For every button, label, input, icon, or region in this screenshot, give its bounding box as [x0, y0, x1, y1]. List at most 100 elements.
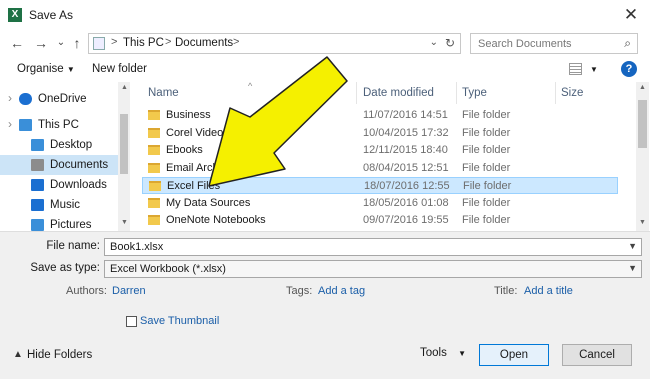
column-divider[interactable]: [456, 82, 457, 104]
sidebar-item-music[interactable]: Music: [0, 195, 118, 215]
change-view-icon[interactable]: [569, 63, 582, 75]
file-name-field[interactable]: Book1.xlsx ▼: [104, 238, 642, 256]
column-header-size[interactable]: Size: [561, 82, 583, 104]
forward-button[interactable]: →: [32, 34, 50, 52]
refresh-icon[interactable]: ↻: [445, 36, 455, 50]
back-button[interactable]: ←: [8, 34, 26, 52]
organise-label: Organise: [17, 63, 64, 75]
type-cell: File folder: [462, 161, 511, 174]
file-row[interactable]: Excel Files 18/07/2016 12:55 File folder: [142, 177, 618, 194]
authors-label: Authors:: [66, 285, 107, 297]
address-bar[interactable]: > This PC > Documents > ⌄ ↻: [88, 33, 461, 54]
sidebar-item-label: Desktop: [50, 139, 93, 151]
sidebar-item-label: Downloads: [50, 179, 107, 191]
file-list-scroll-thumb[interactable]: [638, 100, 647, 148]
documents-icon: [31, 159, 44, 171]
chevron-up-icon[interactable]: ▲: [13, 349, 23, 360]
search-box[interactable]: Search Documents ⌕: [470, 33, 638, 54]
expand-chevron-icon[interactable]: ›: [8, 91, 12, 105]
sidebar-item-label: Music: [50, 199, 81, 211]
save-type-select[interactable]: Excel Workbook (*.xlsx) ▼: [104, 260, 642, 278]
column-header-date[interactable]: Date modified: [363, 82, 434, 104]
desktop-icon: [31, 139, 44, 151]
type-cell: File folder: [463, 180, 512, 192]
save-type-value[interactable]: Excel Workbook (*.xlsx): [110, 263, 226, 275]
new-folder-button[interactable]: New folder: [92, 63, 147, 75]
type-cell: File folder: [462, 196, 511, 209]
nav-pane-scroll-thumb[interactable]: [120, 114, 128, 174]
file-row[interactable]: Corel VideoStudio 10/04/2015 17:32 File fo…: [142, 125, 618, 142]
breadcrumb-this-pc[interactable]: This PC: [123, 37, 164, 49]
column-divider[interactable]: [555, 82, 556, 104]
chevron-down-icon[interactable]: ▼: [628, 241, 637, 251]
breadcrumb-documents[interactable]: Documents: [175, 37, 233, 49]
download-icon: [31, 179, 44, 191]
cloud-icon: [19, 93, 32, 105]
address-separator[interactable]: >: [165, 36, 171, 48]
add-tag-link[interactable]: Add a tag: [318, 285, 365, 297]
file-row[interactable]: My Data Sources 18/05/2016 01:08 File fold…: [142, 195, 618, 212]
nav-pane-scrollbar[interactable]: ▲ ▼: [118, 82, 130, 231]
help-icon[interactable]: ?: [621, 61, 637, 77]
sidebar-item-onedrive[interactable]: › OneDrive: [0, 89, 118, 109]
navigation-bar: ← → ⌄ ↑ > This PC > Documents > ⌄ ↻ Sear…: [0, 30, 650, 56]
address-dropdown-icon[interactable]: ⌄: [430, 37, 438, 48]
authors-value[interactable]: Darren: [112, 285, 146, 297]
open-button[interactable]: Open: [479, 344, 549, 366]
file-list-scrollbar[interactable]: ▲ ▼: [636, 82, 649, 231]
file-name-value[interactable]: Book1.xlsx: [110, 241, 163, 253]
up-button[interactable]: ↑: [68, 34, 86, 52]
file-name-cell: Email Archive: [166, 161, 233, 174]
cancel-button[interactable]: Cancel: [562, 344, 632, 366]
column-header-type[interactable]: Type: [462, 82, 487, 104]
file-name-cell: Excel Files: [167, 180, 221, 192]
excel-app-icon: X: [8, 8, 22, 22]
organise-button[interactable]: Organise ▼: [17, 63, 75, 75]
address-separator[interactable]: >: [111, 36, 117, 48]
date-modified-cell: 08/04/2015 12:51: [363, 161, 449, 174]
sidebar-item-this-pc[interactable]: › This PC: [0, 115, 118, 135]
type-cell: File folder: [462, 126, 511, 139]
navigation-pane: › OneDrive › This PC Desktop Documents Downloa…: [0, 82, 131, 231]
search-icon[interactable]: ⌕: [624, 36, 631, 51]
date-modified-cell: 09/07/2016 19:55: [363, 214, 449, 226]
save-thumbnail-checkbox[interactable]: [126, 316, 137, 327]
scroll-down-icon[interactable]: ▼: [639, 219, 646, 226]
file-list: Name ^ Date modified Type Size Business 1…: [131, 81, 650, 231]
scroll-down-icon[interactable]: ▼: [121, 219, 128, 226]
date-modified-cell: 11/07/2016 14:51: [363, 109, 448, 121]
sidebar-item-label: Documents: [50, 159, 109, 171]
address-separator[interactable]: >: [233, 36, 239, 48]
save-thumbnail-label[interactable]: Save Thumbnail: [140, 315, 219, 327]
column-header-name[interactable]: Name: [148, 82, 179, 104]
file-name-cell: OneNote Notebooks: [166, 214, 266, 226]
view-dropdown-icon[interactable]: ▼: [590, 65, 598, 74]
file-row[interactable]: Email Archive 08/04/2015 12:51 File folder: [142, 160, 618, 177]
scroll-up-icon[interactable]: ▲: [639, 84, 646, 91]
chevron-down-icon[interactable]: ▼: [628, 263, 637, 273]
search-input[interactable]: Search Documents: [478, 38, 572, 50]
tools-button[interactable]: Tools ▼: [420, 347, 466, 359]
sidebar-item-downloads[interactable]: Downloads: [0, 175, 118, 195]
column-divider[interactable]: [356, 82, 357, 104]
hide-folders-button[interactable]: Hide Folders: [27, 349, 92, 361]
add-title-link[interactable]: Add a title: [524, 285, 573, 297]
expand-chevron-icon[interactable]: ›: [8, 117, 12, 131]
data-sources-folder-icon: [148, 197, 160, 208]
computer-icon: [19, 119, 32, 131]
date-modified-cell: 18/05/2016 01:08: [363, 196, 449, 209]
date-modified-cell: 12/11/2015 18:40: [363, 144, 448, 156]
type-cell: File folder: [462, 109, 511, 121]
sort-caret-icon: ^: [248, 81, 253, 91]
sidebar-item-desktop[interactable]: Desktop: [0, 135, 118, 155]
folder-icon: [148, 215, 160, 225]
file-row[interactable]: OneNote Notebooks 09/07/2016 19:55 File fo…: [142, 212, 618, 229]
folder-icon: [148, 162, 160, 173]
sidebar-item-documents[interactable]: Documents: [0, 155, 118, 175]
file-row[interactable]: Ebooks 12/11/2015 18:40 File folder: [142, 142, 618, 159]
close-button[interactable]: ✕: [620, 4, 642, 26]
folder-icon: [148, 127, 160, 138]
file-row[interactable]: Business 11/07/2016 14:51 File folder: [142, 107, 618, 124]
sidebar-item-label: Pictures: [50, 219, 92, 231]
scroll-up-icon[interactable]: ▲: [121, 84, 128, 91]
